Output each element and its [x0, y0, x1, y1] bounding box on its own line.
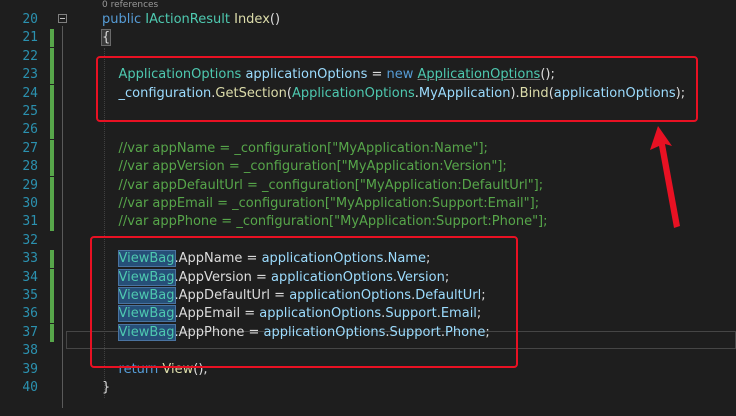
- line-number: 38: [22, 343, 38, 358]
- fold-guide: [62, 26, 63, 408]
- change-marker: [50, 195, 54, 213]
- code-token: //var appDefaultUrl = _configuration["My…: [118, 178, 544, 193]
- line-number: 39: [22, 362, 38, 377]
- line-number: 33: [22, 251, 38, 266]
- line-number: 28: [22, 159, 38, 174]
- change-marker: [50, 29, 54, 47]
- code-line[interactable]: //var appDefaultUrl = _configuration["My…: [102, 177, 544, 195]
- line-number: 35: [22, 288, 38, 303]
- code-line[interactable]: {: [100, 29, 112, 47]
- change-marker: [50, 48, 54, 66]
- code-line[interactable]: }: [102, 379, 110, 397]
- code-token: }: [102, 380, 111, 395]
- annotation-box-options-bind: [96, 56, 698, 122]
- change-marker: [50, 213, 54, 231]
- change-marker: [50, 177, 54, 195]
- change-marker: [50, 103, 54, 121]
- code-token: IActionResult: [145, 12, 235, 27]
- code-token: //var appName = _configuration["MyApplic…: [118, 141, 488, 156]
- code-token: //var appVersion = _configuration["MyApp…: [118, 159, 507, 174]
- annotation-arrow: [650, 126, 680, 228]
- line-number: 29: [22, 178, 38, 193]
- code-token: //var appPhone = _configuration["MyAppli…: [118, 214, 548, 229]
- line-number: 40: [22, 380, 38, 395]
- code-line[interactable]: //var appVersion = _configuration["MyApp…: [102, 158, 507, 176]
- change-marker: [50, 85, 54, 103]
- code-line[interactable]: //var appName = _configuration["MyApplic…: [102, 140, 488, 158]
- collapse-toggle-icon[interactable]: [58, 14, 67, 23]
- change-marker: [50, 287, 54, 305]
- line-number: 22: [22, 49, 38, 64]
- code-line[interactable]: //var appEmail = _configuration["MyAppli…: [102, 195, 540, 213]
- code-line[interactable]: public IActionResult Index(): [102, 11, 280, 29]
- line-number: 20: [22, 12, 38, 27]
- code-token: //var appEmail = _configuration["MyAppli…: [118, 196, 540, 211]
- change-marker: [50, 250, 54, 268]
- line-number: 27: [22, 141, 38, 156]
- change-marker: [50, 324, 54, 342]
- line-number: 25: [22, 104, 38, 119]
- line-number: 36: [22, 306, 38, 321]
- codelens-references[interactable]: 0 references: [102, 0, 158, 11]
- line-number: 21: [22, 30, 38, 45]
- change-marker: [50, 140, 54, 158]
- change-marker: [50, 269, 54, 287]
- code-token: (): [269, 12, 281, 27]
- line-number: 32: [22, 233, 38, 248]
- line-number: 23: [22, 67, 38, 82]
- code-editor[interactable]: 20 21 22 23 24 25 26 27 28 29 30 31 32 33 34 35 36 37 38 39…: [0, 0, 736, 416]
- change-marker: [50, 305, 54, 323]
- line-number: 37: [22, 325, 38, 340]
- line-number: 34: [22, 270, 38, 285]
- code-token: {: [100, 29, 112, 46]
- change-marker: [50, 121, 54, 139]
- line-number: 30: [22, 196, 38, 211]
- code-token: Index: [234, 12, 270, 27]
- line-number: 31: [22, 214, 38, 229]
- line-number: 26: [22, 122, 38, 137]
- annotation-box-viewbag: [90, 236, 518, 368]
- line-number: 24: [22, 86, 38, 101]
- change-marker: [50, 66, 54, 84]
- code-line[interactable]: //var appPhone = _configuration["MyAppli…: [102, 213, 548, 231]
- change-marker: [50, 158, 54, 176]
- line-number-gutter: 20 21 22 23 24 25 26 27 28 29 30 31 32 33 34 35 36 37 38 39…: [0, 0, 64, 416]
- code-token: public: [102, 12, 146, 27]
